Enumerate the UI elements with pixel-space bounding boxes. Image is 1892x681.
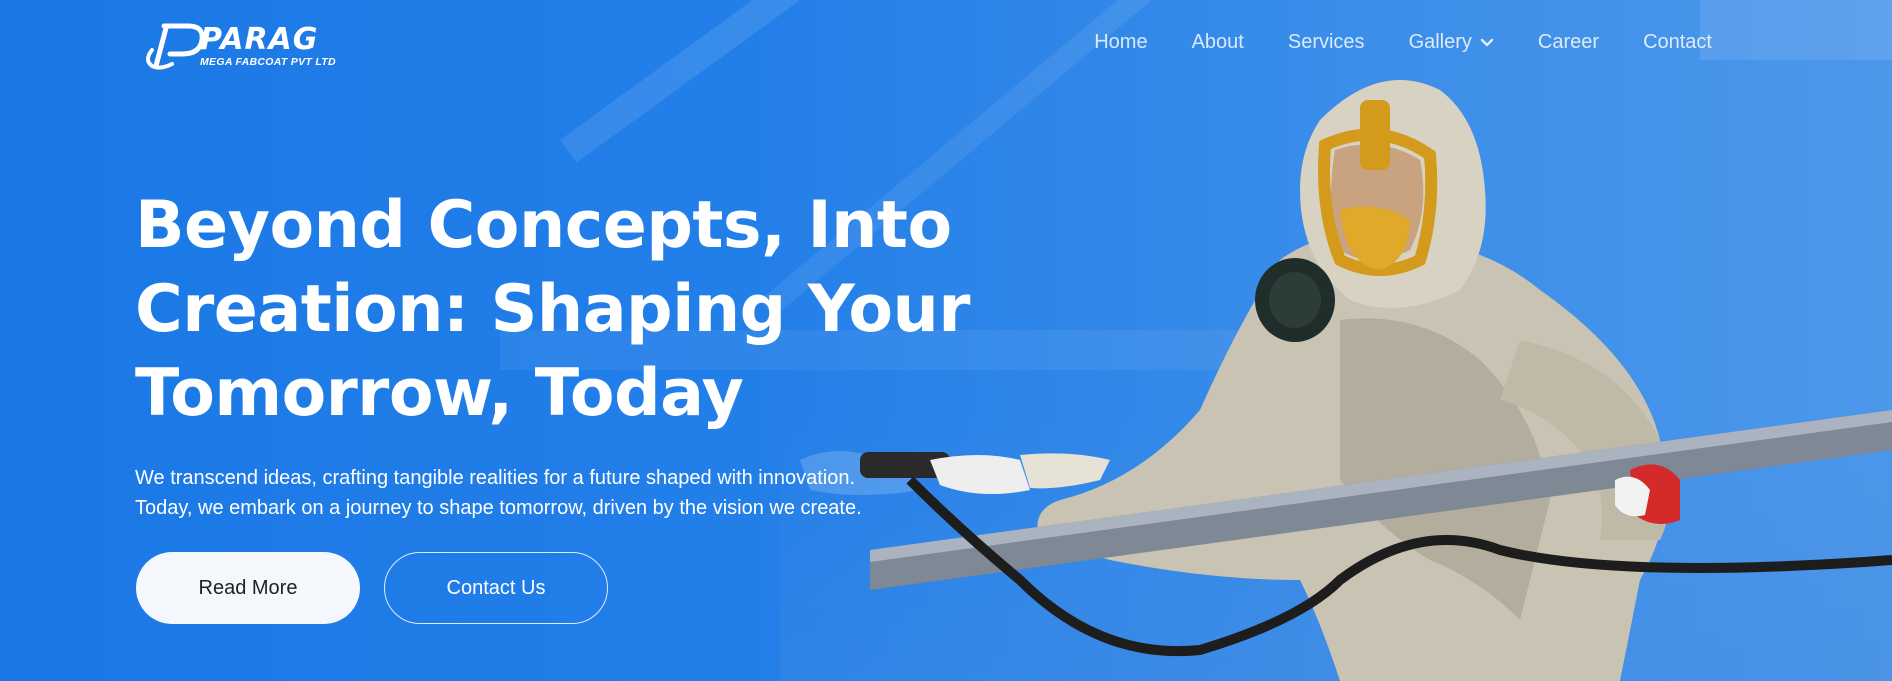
hero-headline: Beyond Concepts, Into Creation: Shaping … — [135, 184, 970, 436]
hero-subtext: We transcend ideas, crafting tangible re… — [135, 463, 955, 523]
brand-subtitle: MEGA FABCOAT PVT LTD — [200, 55, 336, 68]
headline-line: Creation: Shaping Your — [135, 272, 970, 347]
headline-line: Beyond Concepts, Into — [135, 188, 952, 263]
nav-services[interactable]: Services — [1288, 31, 1365, 54]
brand-name: PARAG — [200, 21, 319, 57]
headline-line: Tomorrow, Today — [135, 356, 744, 431]
subtext-line: We transcend ideas, crafting tangible re… — [135, 467, 856, 489]
main-nav: Home About Services Gallery Career Conta… — [1050, 31, 1712, 54]
nav-services-label: Services — [1287, 31, 1365, 53]
nav-about[interactable]: About — [1192, 31, 1244, 54]
brand-logo[interactable]: PARAG MEGA FABCOAT PVT LTD — [142, 20, 372, 72]
nav-gallery-label: Gallery — [1408, 31, 1472, 53]
hero-section: PARAG MEGA FABCOAT PVT LTD Home About Se… — [0, 0, 1892, 681]
nav-contact-label: Contact — [1643, 31, 1712, 53]
chevron-down-icon — [1480, 38, 1494, 46]
nav-about-label: About — [1191, 31, 1244, 53]
read-more-button[interactable]: Read More — [136, 552, 360, 624]
brand-text: PARAG MEGA FABCOAT PVT LTD — [200, 21, 336, 68]
nav-gallery[interactable]: Gallery — [1409, 31, 1494, 54]
nav-home-label: Home — [1094, 31, 1148, 53]
site-header: PARAG MEGA FABCOAT PVT LTD Home About Se… — [0, 0, 1892, 92]
worker-spray-painting-image — [800, 80, 1892, 681]
contact-us-button[interactable]: Contact Us — [384, 552, 608, 624]
nav-career-label: Career — [1537, 31, 1600, 53]
parag-logo-icon — [146, 23, 205, 70]
nav-career[interactable]: Career — [1538, 31, 1599, 54]
nav-contact[interactable]: Contact — [1643, 31, 1712, 54]
subtext-line: Today, we embark on a journey to shape t… — [135, 497, 862, 519]
nav-home[interactable]: Home — [1094, 31, 1147, 54]
